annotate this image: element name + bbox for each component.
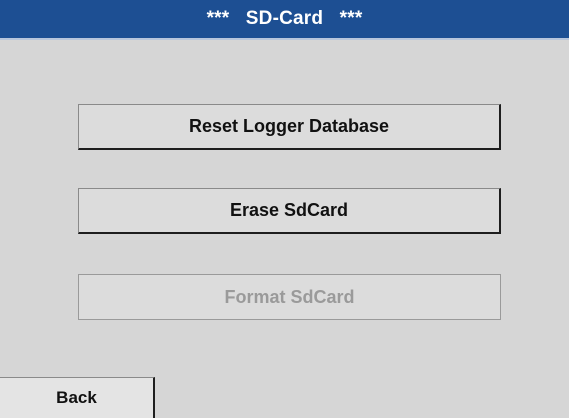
reset-logger-database-button[interactable]: Reset Logger Database [78, 104, 501, 150]
erase-sdcard-button[interactable]: Erase SdCard [78, 188, 501, 234]
page-title: *** SD-Card *** [206, 8, 363, 29]
sd-card-screen: *** SD-Card *** Reset Logger Database Er… [0, 0, 569, 418]
title-bar: *** SD-Card *** [0, 0, 569, 40]
back-button[interactable]: Back [0, 377, 155, 418]
format-sdcard-button: Format SdCard [78, 274, 501, 320]
